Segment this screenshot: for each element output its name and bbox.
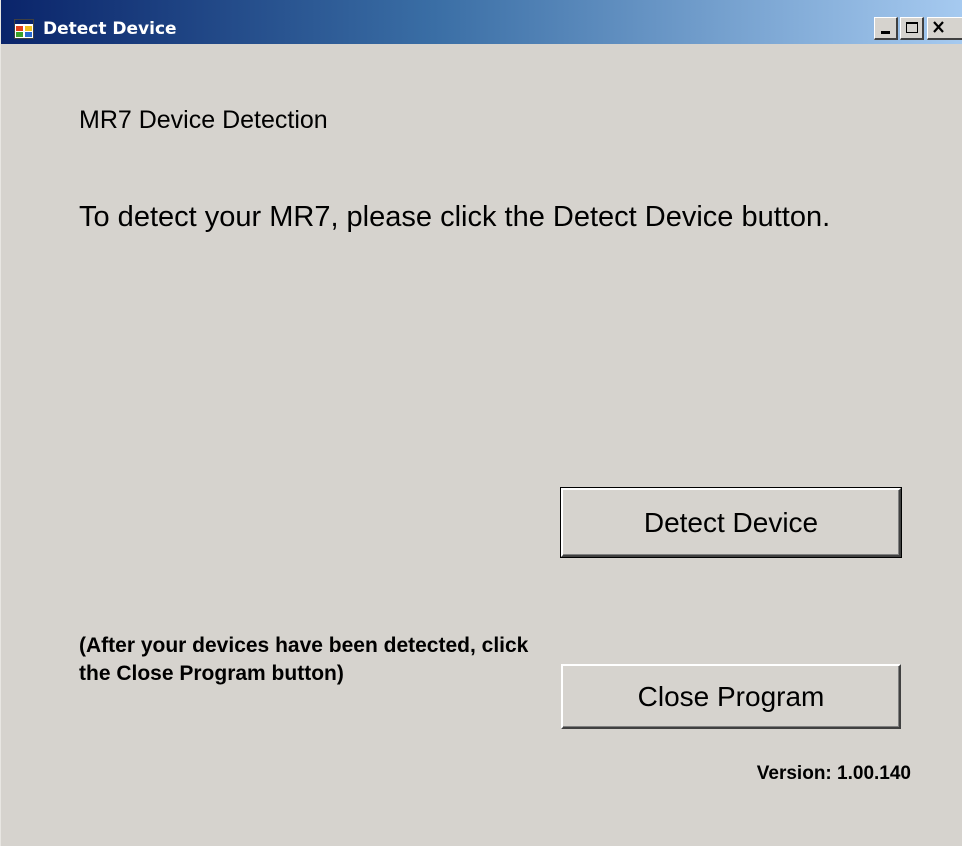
close-window-button[interactable]: [927, 17, 962, 40]
maximize-button[interactable]: [900, 17, 924, 40]
close-icon: [933, 21, 944, 33]
detect-device-window: Detect Device MR7 Device Detection To de…: [0, 0, 962, 846]
minimize-icon: [881, 31, 890, 34]
maximize-icon: [906, 22, 918, 33]
close-program-button[interactable]: Close Program: [561, 664, 901, 729]
page-title: MR7 Device Detection: [79, 106, 328, 134]
title-bar[interactable]: Detect Device: [1, 0, 962, 44]
detect-device-button[interactable]: Detect Device: [560, 487, 902, 558]
application-window-icon[interactable]: [14, 19, 34, 39]
instructions-text: To detect your MR7, please click the Det…: [79, 201, 831, 233]
close-program-note: (After your devices have been detected, …: [79, 634, 529, 685]
version-label: Version: 1.00.140: [756, 763, 911, 784]
minimize-button[interactable]: [874, 17, 898, 40]
window-title: Detect Device: [43, 19, 177, 39]
